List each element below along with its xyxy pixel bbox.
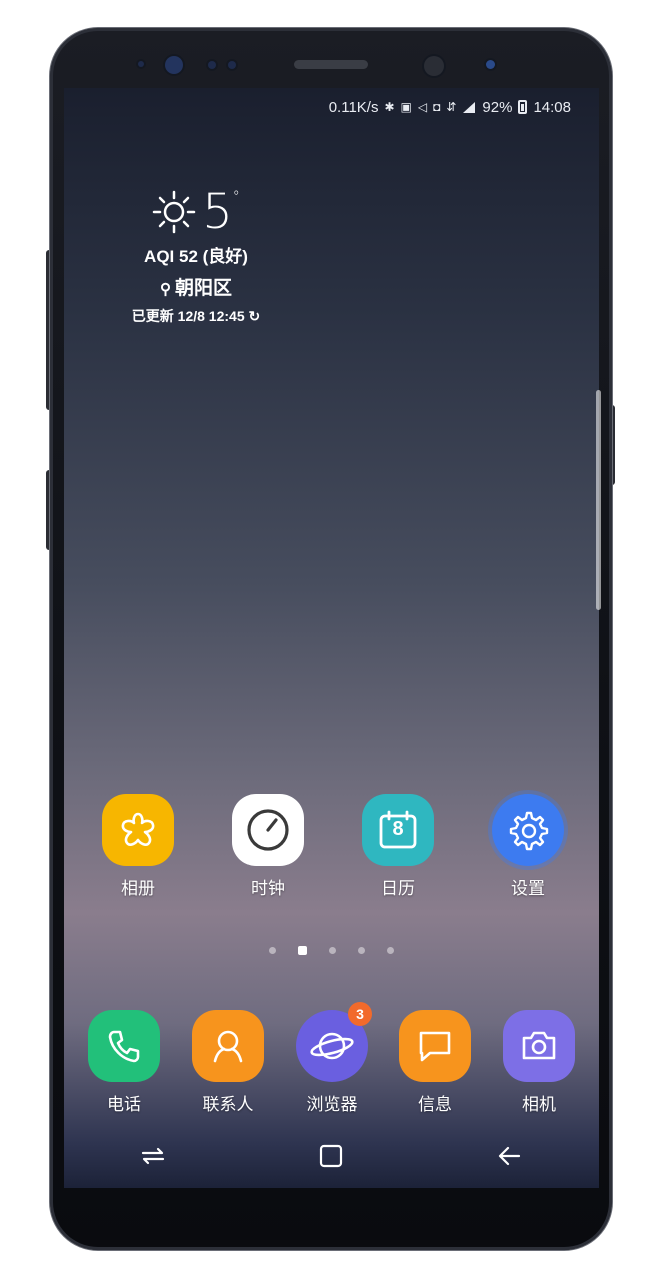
home-icon xyxy=(320,1144,343,1168)
battery-percent: 92% xyxy=(482,98,513,116)
app-label: 日历 xyxy=(381,879,415,899)
edge-panel-handle[interactable] xyxy=(596,390,601,610)
refresh-icon[interactable]: ↻ xyxy=(249,308,261,324)
signal-icon xyxy=(463,101,476,113)
contacts-icon xyxy=(192,1010,264,1082)
page-dot[interactable] xyxy=(387,947,394,954)
page-dot[interactable] xyxy=(329,947,336,954)
dock-phone[interactable]: 电话 xyxy=(79,1010,169,1115)
sensor-icon xyxy=(208,61,216,69)
app-label: 电话 xyxy=(107,1095,141,1115)
app-label: 信息 xyxy=(418,1095,452,1115)
updated-time: 已更新 12/8 12:45 ↻ xyxy=(131,308,261,324)
earpiece-speaker xyxy=(294,60,368,69)
status-bar: 0.11K/s ✱ ▣ ◁ ◘ ⇵ 92% 14:08 xyxy=(329,96,571,118)
network-speed: 0.11K/s xyxy=(328,98,379,116)
weather-widget[interactable]: 5° AQI 52 (良好) ⚲ 朝阳区 已更新 12/8 12:45 ↻ xyxy=(116,188,276,326)
home-button[interactable] xyxy=(306,1136,356,1176)
app-gallery[interactable]: 相册 xyxy=(93,794,183,899)
nfc-icon: ▣ xyxy=(400,100,412,114)
messages-icon xyxy=(399,1010,471,1082)
home-screen: 0.11K/s ✱ ▣ ◁ ◘ ⇵ 92% 14:08 5° AQI 52 (良… xyxy=(64,88,599,1188)
phone-icon xyxy=(88,1010,160,1082)
settings-gear-icon xyxy=(492,794,564,866)
aqi-label: AQI 52 (良好) xyxy=(144,247,248,266)
bluetooth-icon: ✱ xyxy=(384,100,395,114)
recents-icon xyxy=(142,1147,165,1165)
home-page-dot[interactable] xyxy=(298,946,307,955)
app-label: 浏览器 xyxy=(306,1095,358,1115)
app-label: 设置 xyxy=(511,879,545,899)
dock-messages[interactable]: 信息 xyxy=(390,1010,480,1115)
front-camera-icon xyxy=(424,56,444,76)
gallery-icon xyxy=(102,794,174,866)
page-dot[interactable] xyxy=(269,947,276,954)
mute-icon: ◁ xyxy=(417,100,428,114)
dock-browser[interactable]: 3 浏览器 xyxy=(287,1002,377,1115)
page-dot[interactable] xyxy=(358,947,365,954)
app-calendar[interactable]: 8 日历 xyxy=(353,794,443,899)
app-settings[interactable]: 设置 xyxy=(483,794,573,899)
temperature: 5° xyxy=(202,184,240,240)
alarm-icon: ◘ xyxy=(433,100,441,114)
location-pin-icon: ⚲ xyxy=(159,281,171,298)
recents-button[interactable] xyxy=(128,1136,178,1176)
browser-icon: 3 xyxy=(296,1002,372,1082)
sensor-icon xyxy=(138,61,144,67)
wifi-icon: ⇵ xyxy=(446,100,457,114)
clock-icon xyxy=(232,794,304,866)
dock-camera[interactable]: 相机 xyxy=(494,1010,584,1115)
sunny-icon xyxy=(152,190,196,234)
location-label: ⚲ 朝阳区 xyxy=(159,278,232,299)
clock-time: 14:08 xyxy=(533,98,571,116)
back-button[interactable] xyxy=(485,1136,535,1176)
calendar-date: 8 xyxy=(392,818,404,840)
iris-sensor-icon xyxy=(165,56,183,74)
navigation-bar xyxy=(64,1128,599,1184)
sensor-icon xyxy=(486,60,495,69)
dock-contacts[interactable]: 联系人 xyxy=(183,1010,273,1115)
notification-badge: 3 xyxy=(348,1002,372,1026)
camera-icon xyxy=(503,1010,575,1082)
back-arrow-icon xyxy=(498,1146,520,1166)
battery-icon xyxy=(518,100,528,114)
calendar-icon: 8 xyxy=(362,794,434,866)
sensor-icon xyxy=(228,61,236,69)
app-label: 相册 xyxy=(121,879,155,899)
page-indicator xyxy=(64,946,599,955)
app-label: 相机 xyxy=(522,1095,556,1115)
app-label: 时钟 xyxy=(251,879,285,899)
app-clock[interactable]: 时钟 xyxy=(223,794,313,899)
app-label: 联系人 xyxy=(202,1095,254,1115)
